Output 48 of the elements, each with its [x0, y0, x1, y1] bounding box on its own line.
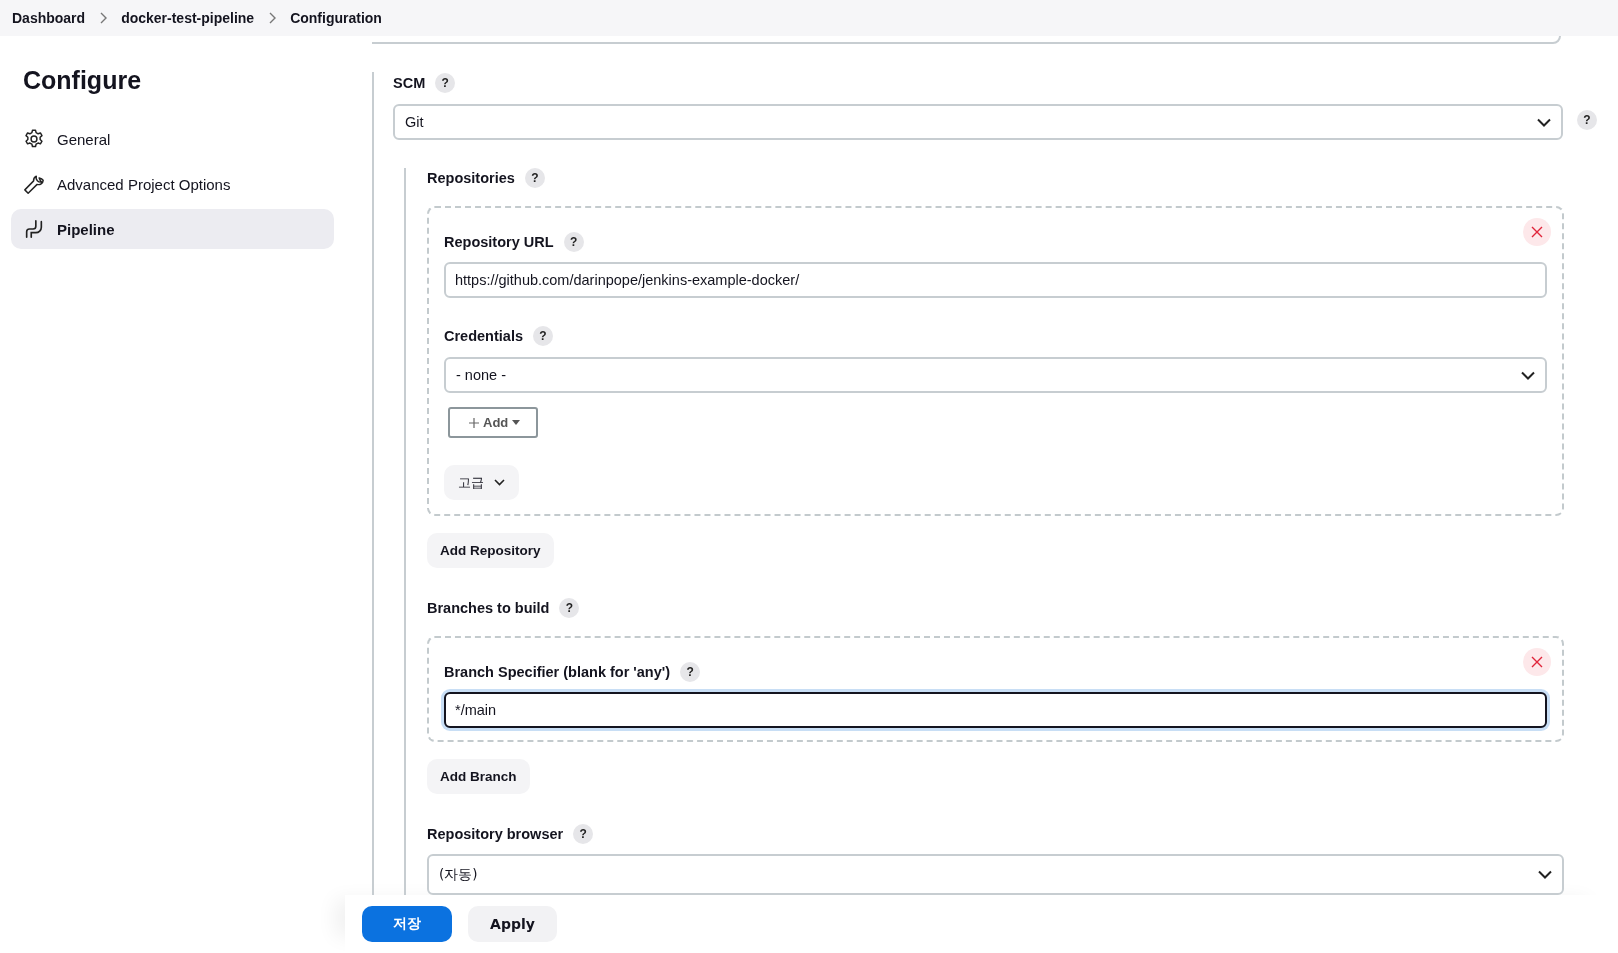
wrench-icon	[23, 173, 45, 195]
breadcrumb-link[interactable]: Dashboard	[12, 10, 86, 26]
save-button[interactable]: 저장	[362, 906, 452, 942]
plus-icon	[469, 417, 479, 428]
breadcrumb-link[interactable]: docker-test-pipeline	[121, 10, 255, 26]
section-label: Branches to build	[427, 600, 550, 616]
help-button[interactable]: ?	[524, 168, 545, 188]
close-icon	[1531, 226, 1543, 238]
field-label: Repository URL	[444, 234, 554, 250]
gear-icon	[23, 128, 45, 150]
dropdown-field[interactable]: (자동)	[427, 854, 1564, 895]
field-label: Credentials	[444, 328, 523, 344]
field-label: Branch Specifier (blank for 'any')	[444, 664, 671, 680]
chevron-right-icon	[99, 12, 108, 24]
field-label: Repository browser	[427, 826, 564, 842]
input-field[interactable]: https://github.com/darinpope/jenkins-example-docker/	[444, 262, 1547, 298]
help-button[interactable]: ?	[563, 232, 584, 252]
close-icon	[1531, 656, 1543, 668]
sidebar-item[interactable]: Advanced Project Options	[11, 164, 334, 204]
add-repository-button[interactable]: Add Repository	[427, 533, 554, 568]
advanced-button[interactable]: 고급	[444, 465, 519, 500]
help-button[interactable]: ?	[559, 598, 580, 618]
section-label: Repositories	[427, 170, 515, 186]
close-button[interactable]	[1523, 648, 1551, 676]
sidebar-item[interactable]: General	[11, 119, 334, 159]
help-button[interactable]: ?	[573, 824, 594, 844]
sidebar-item[interactable]: Pipeline	[11, 209, 334, 249]
breadcrumb-link[interactable]: Configuration	[290, 10, 382, 26]
chevron-down-icon	[494, 479, 505, 486]
close-button[interactable]	[1523, 218, 1551, 246]
help-button[interactable]: ?	[435, 73, 456, 93]
add-button[interactable]: Add	[448, 407, 539, 438]
apply-button[interactable]: Apply	[468, 906, 557, 942]
dropdown-field[interactable]: Git	[393, 104, 1563, 140]
input-field[interactable]: */main	[444, 692, 1547, 728]
field-label: SCM	[393, 75, 426, 91]
dropdown-field[interactable]: - none -	[444, 357, 1547, 393]
chevron-down-icon	[1538, 870, 1552, 879]
add-branch-button[interactable]: Add Branch	[427, 759, 530, 794]
help-button[interactable]: ?	[533, 326, 553, 346]
chevron-down-icon	[1521, 370, 1535, 380]
help-button[interactable]: ?	[1577, 110, 1597, 130]
help-button[interactable]: ?	[680, 662, 701, 682]
chevron-right-icon	[268, 12, 277, 24]
pipeline-icon	[23, 218, 45, 240]
chevron-down-icon	[1537, 117, 1551, 127]
page-title: Configure	[23, 66, 143, 95]
caret-icon	[512, 420, 521, 425]
